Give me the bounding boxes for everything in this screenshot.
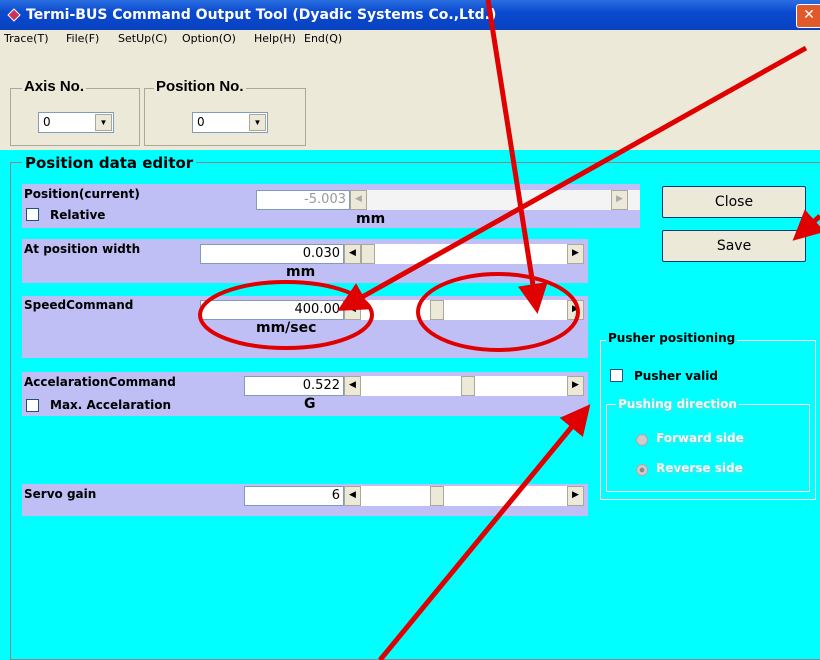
reverse-side-radio[interactable]: [636, 464, 648, 476]
max-accel-label: Max. Accelaration: [50, 398, 172, 412]
servo-input[interactable]: 6: [244, 486, 344, 506]
left-arrow-icon[interactable]: ◀: [344, 300, 361, 320]
menu-option[interactable]: Option(O): [182, 32, 236, 45]
window-title: Termi-BUS Command Output Tool (Dyadic Sy…: [26, 7, 497, 23]
at-position-slider[interactable]: ◀ ▶: [344, 244, 584, 264]
axis-label: Axis No.: [22, 78, 87, 95]
position-current-label: Position(current): [24, 187, 140, 201]
position-no-value: 0: [197, 115, 205, 129]
forward-side-label: Forward side: [656, 431, 744, 445]
relative-label: Relative: [50, 208, 106, 222]
right-arrow-icon[interactable]: ▶: [567, 376, 584, 396]
menu-file[interactable]: File(F): [66, 32, 99, 45]
pusher-title: Pusher positioning: [606, 331, 738, 345]
accel-label: AccelarationCommand: [24, 375, 176, 389]
right-arrow-icon[interactable]: ▶: [567, 486, 584, 506]
menu-help[interactable]: Help(H): [254, 32, 296, 45]
menu-bar: Trace(T) File(F) SetUp(C) Option(O) Help…: [0, 30, 820, 48]
right-arrow-icon[interactable]: ▶: [567, 244, 584, 264]
at-position-input[interactable]: 0.030: [200, 244, 344, 264]
left-arrow-icon[interactable]: ◀: [344, 486, 361, 506]
speed-input[interactable]: 400.00: [200, 300, 344, 320]
axis-value: 0: [43, 115, 51, 129]
position-current-slider: ◀ ▶: [350, 190, 640, 210]
accel-input[interactable]: 0.522: [244, 376, 344, 396]
menu-trace[interactable]: Trace(T): [4, 32, 48, 45]
position-current-unit: mm: [356, 211, 386, 227]
close-button[interactable]: Close: [662, 186, 806, 218]
pusher-valid-label: Pusher valid: [634, 369, 718, 383]
speed-slider[interactable]: ◀ ▶: [344, 300, 584, 320]
chevron-down-icon[interactable]: ▼: [95, 114, 112, 131]
menu-end[interactable]: End(Q): [304, 32, 342, 45]
speed-unit: mm/sec: [256, 320, 317, 336]
app-icon: [7, 8, 21, 22]
servo-label: Servo gain: [24, 487, 97, 501]
pushing-direction-group: [606, 404, 810, 492]
slider-thumb[interactable]: [430, 300, 445, 320]
save-button[interactable]: Save: [662, 230, 806, 262]
left-arrow-icon[interactable]: ◀: [344, 244, 361, 264]
max-accel-checkbox[interactable]: [26, 399, 39, 412]
servo-slider[interactable]: ◀ ▶: [344, 486, 584, 506]
slider-thumb[interactable]: [361, 244, 375, 264]
pusher-valid-checkbox[interactable]: [610, 369, 623, 382]
right-arrow-icon[interactable]: ▶: [567, 300, 584, 320]
slider-thumb[interactable]: [430, 486, 445, 506]
pushing-direction-title: Pushing direction: [616, 397, 739, 411]
axis-select[interactable]: 0 ▼: [38, 112, 114, 133]
accel-unit: G: [304, 396, 316, 412]
position-no-label: Position No.: [154, 78, 246, 95]
left-arrow-icon: ◀: [350, 190, 367, 210]
at-position-unit: mm: [286, 264, 316, 280]
reverse-side-label: Reverse side: [656, 461, 743, 475]
chevron-down-icon[interactable]: ▼: [249, 114, 266, 131]
slider-thumb[interactable]: [460, 376, 475, 396]
left-arrow-icon[interactable]: ◀: [344, 376, 361, 396]
speed-label: SpeedCommand: [24, 298, 134, 312]
editor-title: Position data editor: [22, 154, 197, 172]
position-current-value: -5.003: [256, 190, 350, 210]
accel-slider[interactable]: ◀ ▶: [344, 376, 584, 396]
title-bar: Termi-BUS Command Output Tool (Dyadic Sy…: [0, 0, 820, 30]
relative-checkbox[interactable]: [26, 208, 39, 221]
forward-side-radio[interactable]: [636, 434, 648, 446]
right-arrow-icon: ▶: [611, 190, 628, 210]
position-no-select[interactable]: 0 ▼: [192, 112, 268, 133]
at-position-label: At position width: [24, 242, 141, 256]
menu-setup[interactable]: SetUp(C): [118, 32, 167, 45]
window-close-button[interactable]: ✕: [796, 4, 820, 28]
